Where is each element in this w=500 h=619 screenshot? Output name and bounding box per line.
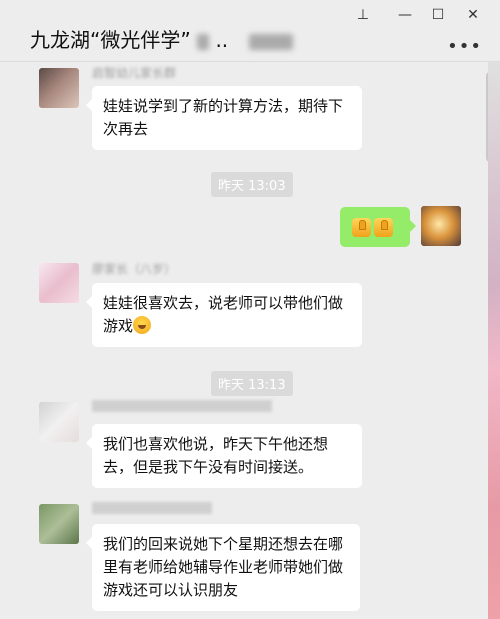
sender-name: 启智幼儿家长群 — [92, 66, 177, 80]
timestamp-divider: 昨天 13:13 — [211, 371, 293, 396]
message-bubble[interactable]: 我们的回来说她下个星期还想去在哪里有老师给她辅导作业老师带她们做游戏还可以认识朋… — [86, 524, 360, 611]
thumbs-up-icon — [374, 218, 393, 237]
redacted-title-part — [197, 33, 210, 50]
avatar[interactable] — [39, 68, 79, 108]
close-button[interactable]: ✕ — [460, 4, 486, 26]
sender-name-redacted — [92, 400, 272, 412]
maximize-icon: ☐ — [431, 7, 445, 23]
chat-title-ellipsis: .. — [215, 28, 229, 52]
self-avatar[interactable] — [421, 206, 461, 246]
avatar[interactable] — [39, 504, 79, 544]
message-text: 娃娃说学到了新的计算方法，期待下次再去 — [103, 97, 344, 138]
minimize-button[interactable]: — — [392, 4, 418, 26]
pin-button[interactable]: ⊥ — [350, 4, 376, 26]
pin-icon: ⊥ — [356, 7, 370, 23]
timestamp-divider: 昨天 13:03 — [211, 172, 293, 197]
avatar[interactable] — [39, 402, 79, 442]
chat-title[interactable]: 九龙湖“微光伴学” .. — [30, 24, 293, 53]
message-bubble[interactable]: 娃娃很喜欢去，说老师可以带他们做游戏 — [86, 283, 362, 347]
thumbs-up-icon — [352, 218, 371, 237]
message-bubble[interactable]: 我们也喜欢他说，昨天下午他还想去，但是我下午没有时间接送。 — [86, 424, 362, 488]
message-text: 我们也喜欢他说，昨天下午他还想去，但是我下午没有时间接送。 — [103, 435, 329, 476]
close-icon: ✕ — [467, 7, 479, 23]
sender-name: 廖家长（八岁） — [92, 262, 177, 276]
message-text: 我们的回来说她下个星期还想去在哪里有老师给她辅导作业老师带她们做游戏还可以认识朋… — [103, 535, 344, 599]
background-window-edge — [488, 62, 500, 619]
avatar[interactable] — [39, 263, 79, 303]
chat-title-text: 九龙湖“微光伴学” — [30, 28, 191, 52]
minimize-icon: — — [398, 7, 412, 23]
laughing-tears-emoji-icon — [133, 316, 152, 334]
title-bar: 九龙湖“微光伴学” .. ⊥ — ☐ ✕ ••• — [0, 0, 500, 62]
chat-message-list[interactable]: 启智幼儿家长群 娃娃说学到了新的计算方法，期待下次再去 昨天 13:03 廖家长… — [0, 62, 480, 619]
more-options-button[interactable]: ••• — [447, 36, 482, 57]
message-bubble-self[interactable] — [340, 207, 416, 247]
more-icon: ••• — [447, 36, 482, 57]
sender-name-redacted — [92, 502, 212, 514]
redacted-member-count — [248, 33, 293, 50]
maximize-button[interactable]: ☐ — [425, 4, 451, 26]
message-bubble[interactable]: 娃娃说学到了新的计算方法，期待下次再去 — [86, 86, 362, 150]
